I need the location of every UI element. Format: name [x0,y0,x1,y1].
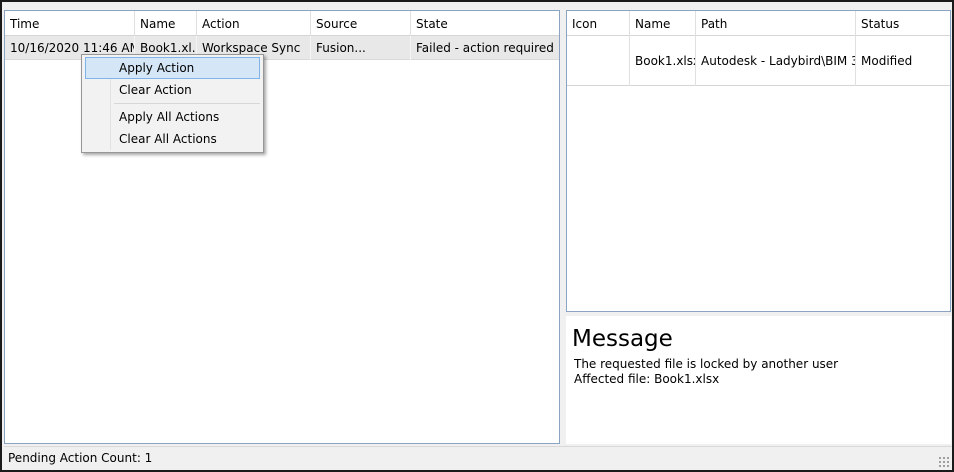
message-line: Affected file: Book1.xlsx [574,372,720,386]
cell-state: Failed - action required [416,41,554,55]
cell-file-name: Book1.xlsx [630,36,696,86]
files-grid-header: Icon Name Path Status [567,11,950,36]
message-pane: Message The requested file is locked by … [566,316,951,444]
column-header-status[interactable]: Status [856,11,950,36]
status-bar: Pending Action Count: 1 [4,446,952,470]
actions-grid-header: Time Name Action Source State [5,11,559,36]
column-header-action[interactable]: Action [197,11,311,36]
resize-grip-icon[interactable] [938,456,950,468]
column-header-icon[interactable]: Icon [567,11,630,36]
cell-path: Autodesk - Ladybird\BIM 3... [696,36,856,86]
files-grid[interactable]: Icon Name Path Status Book1.xlsx Autodes… [566,10,951,312]
column-header-path[interactable]: Path [696,11,856,36]
column-header-name[interactable]: Name [135,11,197,36]
column-header-state[interactable]: State [411,11,561,36]
column-header-time[interactable]: Time [5,11,135,36]
message-line: The requested file is locked by another … [574,357,839,371]
menu-item-apply-all-actions[interactable]: Apply All Actions [85,106,260,128]
menu-separator [114,103,260,104]
cell-status: Modified [861,54,913,68]
cell-icon [567,36,630,86]
menu-item-clear-all-actions[interactable]: Clear All Actions [85,128,260,150]
table-row[interactable]: Book1.xlsx Autodesk - Ladybird\BIM 3... … [567,36,950,86]
message-title: Message [572,326,673,352]
menu-item-clear-action[interactable]: Clear Action [85,79,260,101]
sync-actions-window: Time Name Action Source State 10/16/2020… [0,0,954,472]
column-header-source[interactable]: Source [311,11,411,36]
menu-item-apply-action[interactable]: Apply Action [85,57,260,79]
cell-source: Fusion... [311,36,411,60]
pending-action-count: Pending Action Count: 1 [8,451,153,465]
context-menu: Apply Action Clear Action Apply All Acti… [81,54,264,153]
column-header-file-name[interactable]: Name [630,11,696,36]
